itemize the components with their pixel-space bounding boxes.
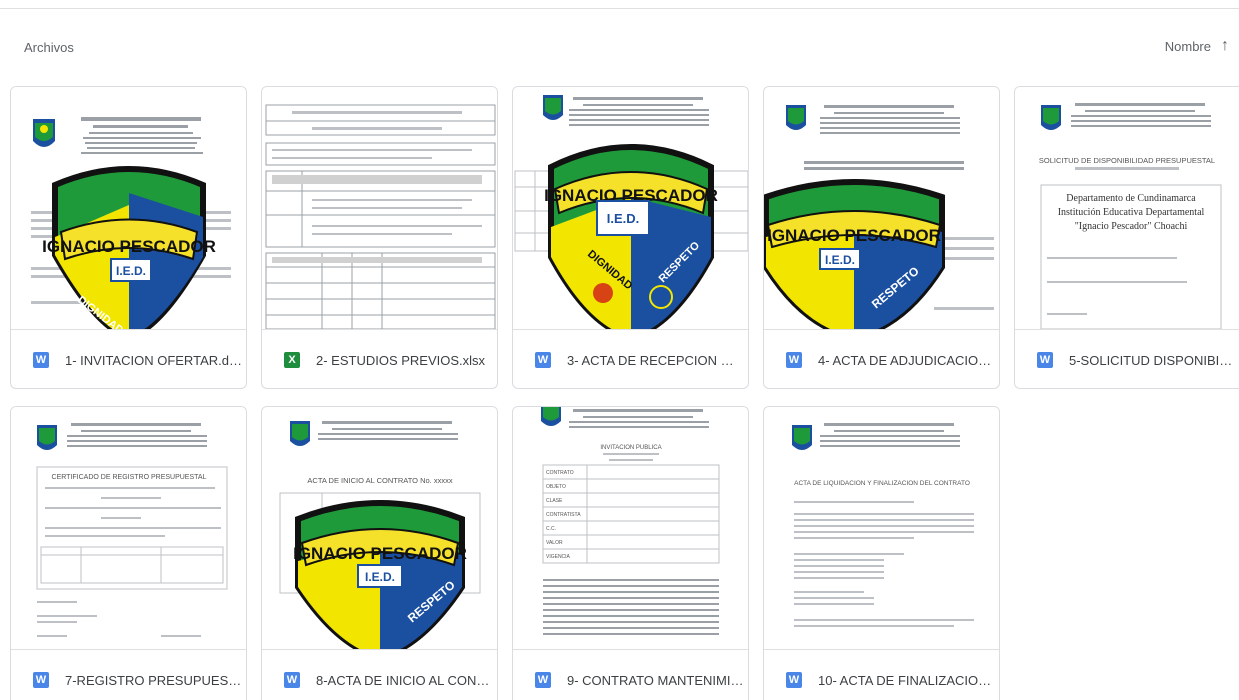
file-preview: IGNACIO PESCADOR I.E.D. DIGNIDAD <box>11 87 246 329</box>
file-preview: IGNACIO PESCADOR I.E.D. DIGNIDAD RESPETO <box>513 87 748 329</box>
file-name: 8-ACTA DE INICIO AL CONTR... <box>316 672 496 688</box>
file-preview: INVITACION PUBLICA CONTRATO OBJETO CLASE… <box>513 407 748 649</box>
file-name: 2- ESTUDIOS PREVIOS.xlsx <box>316 352 486 368</box>
file-footer: W 1- INVITACION OFERTAR.docx <box>11 329 246 388</box>
row-label: CONTRATO <box>546 470 574 476</box>
file-footer: W 9- CONTRATO MANTENIMIE... <box>513 649 748 700</box>
word-file-icon: W <box>1037 352 1053 368</box>
file-card-solicitud-disponibilidad[interactable]: SOLICITUD DE DISPONIBILIDAD PRESUPUESTAL… <box>1014 86 1239 389</box>
document-heading: INVITACION PUBLICA <box>600 445 661 451</box>
box-line-2: Institución Educativa Departamental <box>1058 207 1205 218</box>
sort-label: Nombre <box>1164 38 1211 54</box>
file-card-acta-recepcion[interactable]: IGNACIO PESCADOR I.E.D. DIGNIDAD RESPETO… <box>512 86 749 389</box>
file-name: 4- ACTA DE ADJUDICACION.... <box>818 352 998 368</box>
file-card-acta-adjudicacion[interactable]: IGNACIO PESCADOR I.E.D. RESPETO W 4- ACT… <box>763 86 1000 389</box>
file-card-registro-presupuestal[interactable]: CERTIFICADO DE REGISTRO PRESUPUESTAL W 7… <box>10 406 247 700</box>
crest-top-text: IGNACIO PESCADOR <box>293 544 467 563</box>
word-file-icon: W <box>33 352 49 368</box>
file-preview: IGNACIO PESCADOR I.E.D. RESPETO <box>764 87 999 329</box>
file-footer: W 8-ACTA DE INICIO AL CONTR... <box>262 649 497 700</box>
file-footer: X 2- ESTUDIOS PREVIOS.xlsx <box>262 329 497 388</box>
box-line-3: "Ignacio Pescador" Choachi <box>1075 221 1188 232</box>
word-file-icon: W <box>535 352 551 368</box>
school-logo-icon <box>792 425 812 450</box>
spreadsheet-preview <box>265 104 496 329</box>
file-card-contrato-mantenimiento[interactable]: INVITACION PUBLICA CONTRATO OBJETO CLASE… <box>512 406 749 700</box>
section-label-archivos: Archivos <box>24 40 74 55</box>
crest-center-text: I.E.D. <box>607 211 640 226</box>
excel-file-icon: X <box>284 352 300 368</box>
document-heading: SOLICITUD DE DISPONIBILIDAD PRESUPUESTAL <box>1039 156 1215 165</box>
school-logo-icon <box>541 407 561 426</box>
top-divider <box>0 8 1239 9</box>
file-preview: CERTIFICADO DE REGISTRO PRESUPUESTAL <box>11 407 246 649</box>
file-name: 9- CONTRATO MANTENIMIE... <box>567 672 747 688</box>
file-name: 10- ACTA DE FINALIZACION.... <box>818 672 998 688</box>
box-line-1: Departamento de Cundinamarca <box>1066 193 1196 204</box>
row-label: CLASE <box>546 498 563 504</box>
row-label: VALOR <box>546 540 563 546</box>
file-card-acta-finalizacion[interactable]: ACTA DE LIQUIDACION Y FINALIZACION DEL C… <box>763 406 1000 700</box>
file-preview: SOLICITUD DE DISPONIBILIDAD PRESUPUESTAL… <box>1015 87 1239 329</box>
file-preview: ACTA DE INICIO AL CONTRATO No. xxxxx IGN… <box>262 407 497 649</box>
crest-watermark: IGNACIO PESCADOR I.E.D. RESPETO <box>293 500 467 649</box>
document-heading: ACTA DE INICIO AL CONTRATO No. xxxxx <box>307 476 452 485</box>
crest-watermark: IGNACIO PESCADOR I.E.D. DIGNIDAD RESPETO <box>544 144 718 329</box>
document-heading: CERTIFICADO DE REGISTRO PRESUPUESTAL <box>52 474 207 481</box>
crest-center-text: I.E.D. <box>116 264 146 278</box>
file-footer: W 5-SOLICITUD DISPONIBILIDA... <box>1015 329 1239 388</box>
word-file-icon: W <box>786 672 802 688</box>
crest-center-text: I.E.D. <box>365 570 395 584</box>
word-file-icon: W <box>786 352 802 368</box>
school-logo-icon <box>543 95 563 120</box>
crest-watermark: IGNACIO PESCADOR I.E.D. RESPETO <box>764 179 945 329</box>
file-name: 5-SOLICITUD DISPONIBILIDA... <box>1069 352 1239 368</box>
file-preview <box>262 87 497 329</box>
word-file-icon: W <box>535 672 551 688</box>
school-logo-icon <box>786 105 806 130</box>
sort-by-name-button[interactable]: Nombre ↑ <box>1165 38 1229 54</box>
school-logo-icon <box>33 119 55 147</box>
file-name: 1- INVITACION OFERTAR.docx <box>65 352 245 368</box>
file-footer: W 10- ACTA DE FINALIZACION.... <box>764 649 999 700</box>
arrow-up-icon: ↑ <box>1221 37 1229 54</box>
school-logo-icon <box>1041 105 1061 130</box>
crest-top-text: IGNACIO PESCADOR <box>767 226 941 245</box>
school-logo-icon <box>37 425 57 450</box>
file-card-invitacion[interactable]: IGNACIO PESCADOR I.E.D. DIGNIDAD W 1- IN… <box>10 86 247 389</box>
crest-center-text: I.E.D. <box>825 253 855 267</box>
school-logo-icon <box>290 421 310 446</box>
row-label: VIGENCIA <box>546 554 571 560</box>
file-card-acta-inicio[interactable]: ACTA DE INICIO AL CONTRATO No. xxxxx IGN… <box>261 406 498 700</box>
crest-watermark: IGNACIO PESCADOR I.E.D. DIGNIDAD <box>42 166 216 329</box>
file-footer: W 7-REGISTRO PRESUPUESTA... <box>11 649 246 700</box>
row-label: C.C. <box>546 526 556 532</box>
word-file-icon: W <box>33 672 49 688</box>
row-label: OBJETO <box>546 484 566 490</box>
row-label: CONTRATISTA <box>546 512 581 518</box>
file-name: 7-REGISTRO PRESUPUESTA... <box>65 672 245 688</box>
word-file-icon: W <box>284 672 300 688</box>
file-footer: W 3- ACTA DE RECEPCION DE ... <box>513 329 748 388</box>
file-preview: ACTA DE LIQUIDACION Y FINALIZACION DEL C… <box>764 407 999 649</box>
file-grid: IGNACIO PESCADOR I.E.D. DIGNIDAD W 1- IN… <box>10 86 1239 700</box>
crest-top-text: IGNACIO PESCADOR <box>42 237 216 256</box>
file-name: 3- ACTA DE RECEPCION DE ... <box>567 352 737 368</box>
document-heading: ACTA DE LIQUIDACION Y FINALIZACION DEL C… <box>794 480 970 487</box>
file-footer: W 4- ACTA DE ADJUDICACION.... <box>764 329 999 388</box>
file-card-estudios-previos[interactable]: X 2- ESTUDIOS PREVIOS.xlsx <box>261 86 498 389</box>
